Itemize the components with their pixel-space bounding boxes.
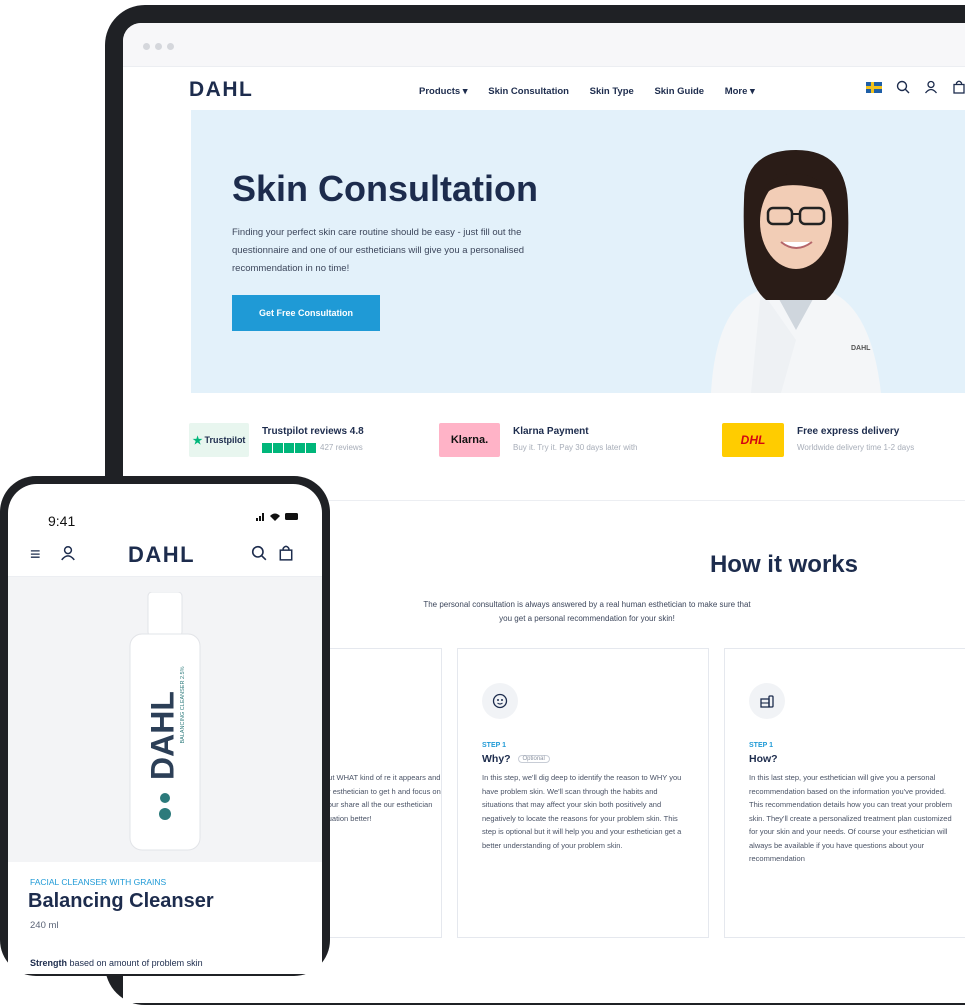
window-dot (167, 43, 174, 50)
face-scan-icon (482, 683, 518, 719)
hero-banner: Skin Consultation Finding your perfect s… (191, 110, 965, 393)
dhl-logo: DHL (722, 423, 784, 457)
trust-sub: 427 reviews (320, 443, 363, 452)
search-icon[interactable] (251, 545, 267, 561)
menu-item-skin-guide[interactable]: Skin Guide (654, 86, 704, 97)
search-icon[interactable] (896, 80, 910, 94)
menu-item-skin-consultation[interactable]: Skin Consultation (488, 86, 569, 97)
hero-title: Skin Consultation (232, 168, 538, 209)
trustpilot-logo: ★ Trustpilot (189, 423, 249, 457)
phone-screen: 9:41 ≡ DAHL DAHL BALANCING CLEANSER 2.5%… (8, 484, 322, 974)
site-logo[interactable]: DAHL (189, 78, 253, 102)
step-label: STEP 1 (482, 742, 506, 749)
phone-logo[interactable]: DAHL (128, 542, 195, 568)
recommendation-icon (749, 683, 785, 719)
esthetician-photo (711, 150, 881, 393)
status-time: 9:41 (48, 513, 76, 529)
product-name: Balancing Cleanser (28, 890, 214, 912)
step-heading: How? (749, 753, 778, 765)
signal-wifi-battery-icon (256, 513, 298, 521)
menu-item-more[interactable]: More ▾ (725, 86, 755, 97)
get-free-consultation-button[interactable]: Get Free Consultation (232, 295, 380, 331)
browser-chrome (123, 23, 965, 67)
how-it-works-subtitle: The personal consultation is always answ… (423, 600, 751, 623)
star-icon: ★ (192, 434, 203, 447)
klarna-logo: Klarna. (439, 423, 500, 457)
trust-bar: ★ Trustpilot Trustpilot reviews 4.8 427 … (189, 423, 965, 467)
rating-stars (262, 443, 316, 453)
bag-icon[interactable] (952, 80, 965, 94)
status-icons (256, 510, 300, 525)
menu-item-products[interactable]: Products ▾ (419, 86, 468, 97)
product-strength: Strength based on amount of problem skin (30, 958, 203, 968)
trust-title: Trustpilot reviews 4.8 (262, 426, 364, 437)
step-card-why: STEP 1 Why? Optional In this step, we'll… (457, 648, 709, 938)
step-label: STEP 1 (749, 742, 773, 749)
flag-sweden-icon[interactable] (866, 81, 882, 93)
trust-title: Free express delivery (797, 426, 900, 437)
bag-icon[interactable] (278, 545, 294, 561)
menu-item-skin-type[interactable]: Skin Type (590, 86, 634, 97)
step-text: In this last step, your esthetician will… (749, 773, 953, 863)
product-volume: 240 ml (30, 920, 59, 931)
user-icon[interactable] (924, 80, 938, 94)
trust-sub: Buy it. Try it. Pay 30 days later with (513, 443, 638, 452)
phone-header: ≡ DAHL (8, 540, 322, 577)
window-dot (155, 43, 162, 50)
trust-title: Klarna Payment (513, 426, 589, 437)
window-dot (143, 43, 150, 50)
menu-icon[interactable]: ≡ (30, 544, 41, 565)
step-heading: Why? Optional (482, 753, 550, 765)
site-header: DAHL Products ▾ Skin Consultation Skin T… (123, 67, 965, 111)
step-text: out WHAT kind of re it appears and ur es… (324, 773, 441, 823)
header-icons (866, 80, 965, 94)
coat-logo: DAHL (851, 345, 871, 352)
user-icon[interactable] (60, 545, 76, 561)
bottle-label: BALANCING CLEANSER 2.5% (180, 666, 186, 744)
main-menu: Products ▾ Skin Consultation Skin Type S… (419, 86, 773, 97)
bottle-brand: DAHL (144, 691, 181, 780)
optional-tag: Optional (517, 755, 550, 764)
step-text: In this step, we'll dig deep to identify… (482, 773, 682, 850)
step-card-how: STEP 1 How? In this last step, your esth… (724, 648, 965, 938)
product-category: FACIAL CLEANSER WITH GRAINS (30, 877, 167, 887)
trust-sub: Worldwide delivery time 1-2 days (797, 443, 915, 452)
product-image-area: DAHL BALANCING CLEANSER 2.5% (8, 577, 322, 862)
hero-text: Finding your perfect skin care routine s… (232, 227, 525, 274)
